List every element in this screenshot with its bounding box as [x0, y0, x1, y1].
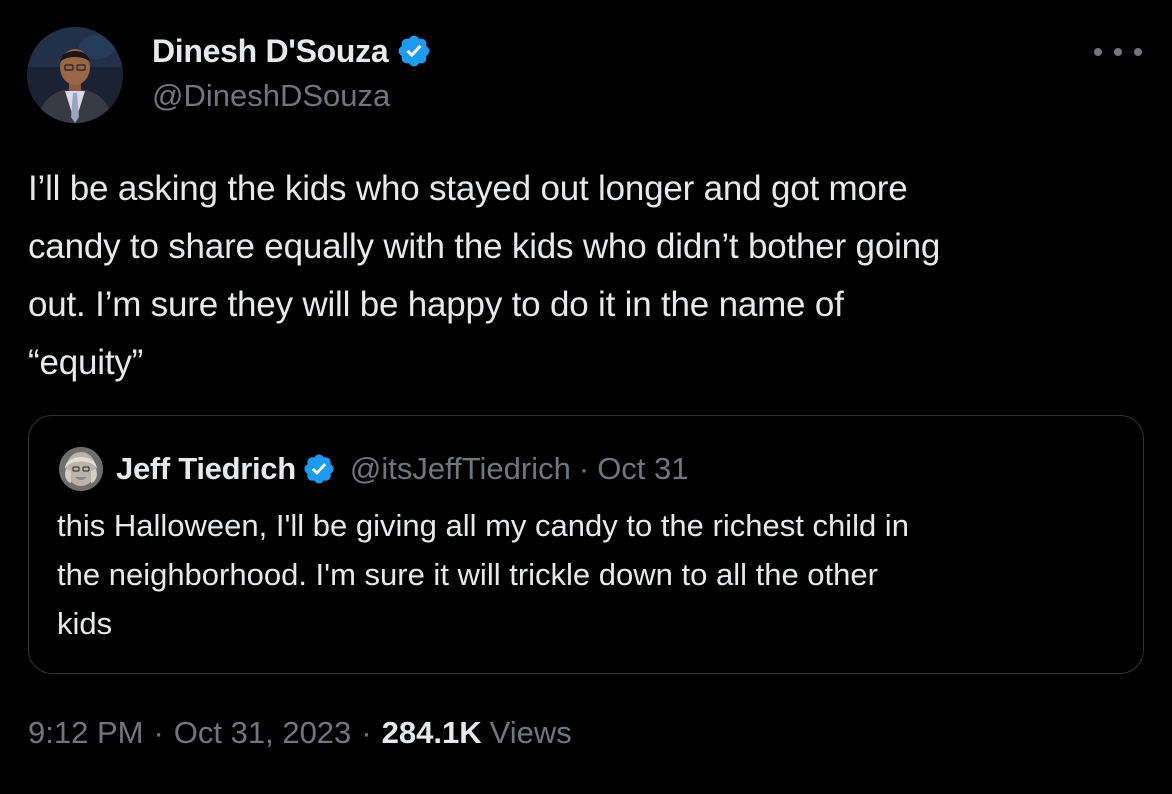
tweet-date[interactable]: Oct 31, 2023	[174, 715, 352, 751]
quoted-tweet[interactable]: Jeff Tiedrich @itsJeffTiedrich · Oct 31 …	[28, 415, 1144, 674]
more-dot	[1134, 48, 1142, 56]
more-dot	[1094, 48, 1102, 56]
quoted-tweet-text: this Halloween, I'll be giving all my ca…	[57, 508, 909, 641]
more-dot	[1114, 48, 1122, 56]
quoted-avatar-photo	[59, 447, 103, 491]
views-label: Views	[489, 715, 572, 750]
quoted-separator: ·	[578, 451, 590, 486]
verified-badge-icon[interactable]	[396, 33, 432, 69]
author-info: Dinesh D'Souza @DineshDSouza	[152, 30, 432, 114]
meta-separator: ·	[361, 715, 372, 750]
tweet: Dinesh D'Souza @DineshDSouza I’ll be ask…	[0, 0, 1172, 794]
quoted-tweet-header: Jeff Tiedrich @itsJeffTiedrich · Oct 31	[59, 446, 689, 492]
meta-separator: ·	[153, 715, 164, 750]
more-options-icon[interactable]	[1094, 40, 1142, 64]
quoted-author-display-name[interactable]: Jeff Tiedrich	[116, 451, 296, 487]
verified-badge-icon[interactable]	[302, 452, 336, 486]
quoted-author-handle[interactable]: @itsJeffTiedrich	[350, 451, 571, 487]
quoted-author-avatar[interactable]	[59, 447, 103, 491]
tweet-meta: 9:12 PM · Oct 31, 2023 · 284.1K Views	[28, 715, 572, 751]
quoted-date[interactable]: Oct 31	[597, 451, 688, 487]
author-name-row: Dinesh D'Souza	[152, 30, 432, 72]
avatar-photo	[27, 27, 123, 123]
tweet-time[interactable]: 9:12 PM	[28, 715, 143, 751]
author-handle[interactable]: @DineshDSouza	[152, 78, 432, 114]
author-display-name[interactable]: Dinesh D'Souza	[152, 33, 389, 70]
tweet-text: I’ll be asking the kids who stayed out l…	[28, 169, 941, 382]
views-count[interactable]: 284.1K	[382, 715, 482, 751]
author-avatar[interactable]	[27, 27, 123, 123]
